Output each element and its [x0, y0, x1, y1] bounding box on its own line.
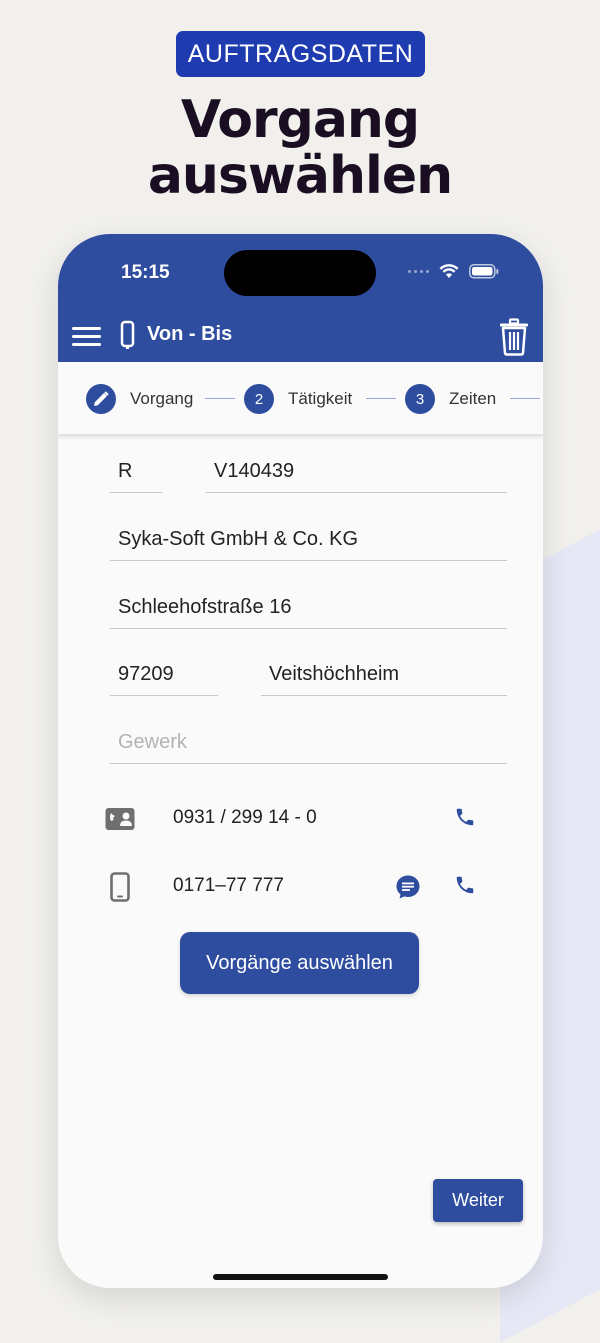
- select-operations-button[interactable]: Vorgänge auswählen: [180, 932, 419, 994]
- home-indicator[interactable]: [213, 1274, 388, 1280]
- contact-card-icon: [105, 808, 135, 830]
- order-type-field[interactable]: R: [110, 456, 162, 493]
- page-headline: Vorgang auswählen: [0, 92, 600, 204]
- status-time: 15:15: [121, 262, 170, 283]
- app-top-bar: 15:15 Von - Bis: [58, 234, 543, 362]
- company-value: Syka-Soft GmbH & Co. KG: [118, 528, 359, 550]
- status-icons: [408, 264, 499, 279]
- city-value: Veitshöchheim: [269, 663, 400, 685]
- mobile-row: 0171–77 777: [58, 867, 543, 907]
- message-icon[interactable]: [395, 874, 421, 900]
- app-bar-title: Von - Bis: [147, 323, 233, 345]
- step-connector-1: [205, 398, 235, 399]
- battery-icon: [469, 264, 499, 279]
- step-connector-3: [510, 398, 540, 399]
- phone-frame: 15:15 Von - Bis Vorgang 2 Tätigkeit 3 Ze…: [58, 234, 543, 1288]
- signal-icon: [408, 270, 429, 273]
- step-circle-2: 2: [244, 384, 274, 414]
- landline-number: 0931 / 299 14 - 0: [173, 807, 317, 828]
- next-button[interactable]: Weiter: [433, 1179, 523, 1222]
- mobile-number: 0171–77 777: [173, 875, 284, 896]
- wifi-icon: [439, 264, 459, 278]
- step-zeiten[interactable]: 3 Zeiten: [405, 384, 496, 414]
- section-badge: AUFTRAGSDATEN: [176, 31, 425, 77]
- landline-row: 0931 / 299 14 - 0: [58, 799, 543, 839]
- step-label-vorgang: Vorgang: [130, 389, 194, 408]
- pencil-icon: [94, 391, 109, 406]
- headline-line-1: Vorgang: [180, 90, 420, 150]
- step-vorgang[interactable]: Vorgang: [86, 384, 193, 414]
- zip-value: 97209: [118, 663, 174, 685]
- city-field[interactable]: Veitshöchheim: [261, 659, 507, 696]
- step-circle-1: [86, 384, 116, 414]
- call-mobile-icon[interactable]: [454, 874, 476, 896]
- step-taetigkeit[interactable]: 2 Tätigkeit: [244, 384, 352, 414]
- dynamic-island: [224, 250, 376, 296]
- call-landline-icon[interactable]: [454, 806, 476, 828]
- step-label-zeiten: Zeiten: [449, 389, 497, 408]
- mobile-phone-icon: [110, 872, 130, 902]
- hamburger-icon[interactable]: [72, 324, 102, 348]
- street-value: Schleehofstraße 16: [118, 596, 292, 618]
- trash-icon[interactable]: [499, 318, 529, 356]
- order-type-value: R: [118, 460, 133, 482]
- company-field[interactable]: Syka-Soft GmbH & Co. KG: [110, 524, 507, 561]
- order-number-value: V140439: [214, 460, 295, 482]
- order-number-field[interactable]: V140439: [206, 456, 507, 493]
- phone-outline-icon: [120, 320, 135, 349]
- trade-field[interactable]: Gewerk: [110, 727, 507, 764]
- street-field[interactable]: Schleehofstraße 16: [110, 592, 507, 629]
- step-circle-3: 3: [405, 384, 435, 414]
- step-indicator: Vorgang 2 Tätigkeit 3 Zeiten: [58, 362, 543, 434]
- headline-line-2: auswählen: [147, 146, 453, 206]
- zip-field[interactable]: 97209: [110, 659, 218, 696]
- step-connector-2: [366, 398, 396, 399]
- step-label-taetigkeit: Tätigkeit: [288, 389, 353, 408]
- trade-placeholder: Gewerk: [118, 731, 187, 753]
